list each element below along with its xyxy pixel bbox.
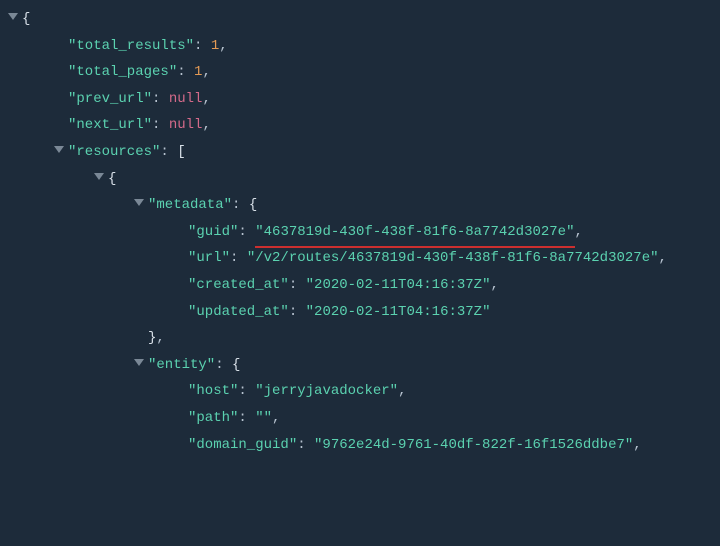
json-viewer: { "total_results": 1, "total_pages": 1, … — [0, 0, 720, 458]
value-total-results: 1 — [211, 38, 219, 54]
chevron-down-icon[interactable] — [134, 199, 144, 206]
value-domain-guid: "9762e24d-9761-40df-822f-16f1526ddbe7" — [314, 437, 633, 453]
resource-item-open: { — [8, 166, 712, 193]
key-prev-url: "prev_url" — [68, 91, 152, 107]
kv-next-url: "next_url": null, — [8, 112, 712, 139]
key-created-at: "created_at" — [188, 277, 289, 293]
kv-path: "path": "", — [8, 405, 712, 432]
chevron-down-icon[interactable] — [134, 359, 144, 366]
root-open-line: { — [8, 6, 712, 33]
kv-total-pages: "total_pages": 1, — [8, 59, 712, 86]
open-brace: { — [108, 171, 116, 187]
chevron-down-icon[interactable] — [8, 13, 18, 20]
value-created-at: "2020-02-11T04:16:37Z" — [306, 277, 491, 293]
value-prev-url: null — [169, 91, 203, 107]
kv-entity: "entity": { — [8, 352, 712, 379]
key-guid: "guid" — [188, 224, 238, 240]
key-total-pages: "total_pages" — [68, 64, 177, 80]
kv-total-results: "total_results": 1, — [8, 33, 712, 60]
chevron-down-icon[interactable] — [94, 173, 104, 180]
value-url: "/v2/routes/4637819d-430f-438f-81f6-8a77… — [247, 250, 659, 266]
kv-metadata: "metadata": { — [8, 192, 712, 219]
key-url: "url" — [188, 250, 230, 266]
value-next-url: null — [169, 117, 203, 133]
key-resources: "resources" — [68, 144, 160, 160]
key-host: "host" — [188, 383, 238, 399]
key-updated-at: "updated_at" — [188, 304, 289, 320]
kv-domain-guid: "domain_guid": "9762e24d-9761-40df-822f-… — [8, 432, 712, 459]
metadata-close: }, — [8, 325, 712, 352]
kv-created-at: "created_at": "2020-02-11T04:16:37Z", — [8, 272, 712, 299]
chevron-down-icon[interactable] — [54, 146, 64, 153]
open-array: [ — [177, 144, 185, 160]
kv-resources: "resources": [ — [8, 139, 712, 166]
value-updated-at: "2020-02-11T04:16:37Z" — [306, 304, 491, 320]
key-next-url: "next_url" — [68, 117, 152, 133]
kv-guid: "guid": "4637819d-430f-438f-81f6-8a7742d… — [8, 219, 712, 246]
key-metadata: "metadata" — [148, 197, 232, 213]
key-entity: "entity" — [148, 357, 215, 373]
key-domain-guid: "domain_guid" — [188, 437, 297, 453]
root-open-brace: { — [22, 11, 30, 27]
key-total-results: "total_results" — [68, 38, 194, 54]
key-path: "path" — [188, 410, 238, 426]
kv-url: "url": "/v2/routes/4637819d-430f-438f-81… — [8, 245, 712, 272]
kv-updated-at: "updated_at": "2020-02-11T04:16:37Z" — [8, 299, 712, 326]
kv-host: "host": "jerryjavadocker", — [8, 378, 712, 405]
value-host: "jerryjavadocker" — [255, 383, 398, 399]
kv-prev-url: "prev_url": null, — [8, 86, 712, 113]
value-path: "" — [255, 410, 272, 426]
value-guid: "4637819d-430f-438f-81f6-8a7742d3027e" — [255, 219, 574, 246]
